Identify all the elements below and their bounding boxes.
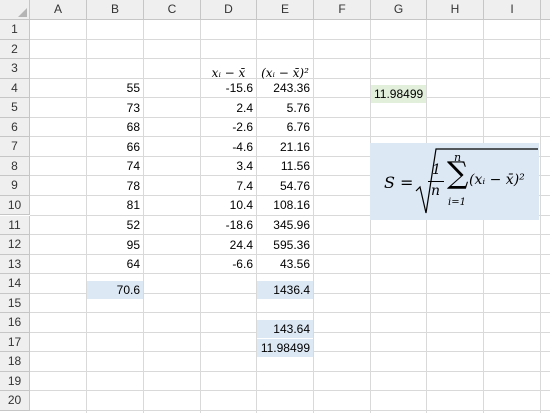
row-header-14[interactable]: 14	[0, 274, 30, 294]
grid-line	[30, 38, 550, 40]
cell-e10[interactable]: 108.16	[257, 196, 313, 214]
sum-lower-limit: i=1	[448, 197, 466, 208]
cell-d13[interactable]: -6.6	[201, 255, 256, 273]
cell-b7[interactable]: 66	[87, 138, 143, 156]
cell-d7[interactable]: -4.6	[201, 138, 256, 156]
cell-e13[interactable]: 43.56	[257, 255, 313, 273]
column-header-a[interactable]: A	[30, 0, 87, 20]
spreadsheet-grid[interactable]: A B C D E F G H I 1 2 3 4 5 6 7 8 9 10 11 12 13 14 15 1…	[0, 0, 550, 413]
column-header-d[interactable]: D	[201, 0, 257, 20]
row-header-8[interactable]: 8	[0, 156, 30, 177]
grid-line	[30, 370, 550, 372]
row-header-19[interactable]: 19	[0, 371, 30, 392]
column-header-h[interactable]: H	[427, 0, 484, 20]
row-header-6[interactable]: 6	[0, 117, 30, 138]
row-header-12[interactable]: 12	[0, 235, 30, 255]
row-header-11[interactable]: 11	[0, 215, 30, 236]
select-all-triangle-icon	[18, 8, 27, 17]
row-header-10[interactable]: 10	[0, 195, 30, 216]
row-header-13[interactable]: 13	[0, 254, 30, 275]
cell-d5[interactable]: 2.4	[201, 99, 256, 117]
cell-b4[interactable]: 55	[87, 79, 143, 97]
grid-line	[30, 390, 550, 392]
cell-e6[interactable]: 6.76	[257, 118, 313, 136]
select-all-corner[interactable]	[0, 0, 30, 20]
cell-d6[interactable]: -2.6	[201, 118, 256, 136]
grid-line	[143, 20, 144, 413]
row-header-3[interactable]: 3	[0, 59, 30, 79]
column-header-g[interactable]: G	[371, 0, 427, 20]
grid-line	[30, 312, 550, 314]
cell-d12[interactable]: 24.4	[201, 236, 256, 254]
cell-e17[interactable]: 11.98499	[257, 339, 313, 357]
formula-numerator: 1	[432, 162, 441, 178]
grid-line	[30, 273, 550, 275]
formula-lhs: S =	[384, 173, 414, 192]
row-header-9[interactable]: 9	[0, 176, 30, 196]
grid-line	[540, 20, 541, 413]
cell-g4[interactable]: 11.98499	[371, 85, 426, 103]
cell-d4[interactable]: -15.6	[201, 79, 256, 97]
grid-line	[313, 20, 314, 413]
cell-e5[interactable]: 5.76	[257, 99, 313, 117]
cell-e7[interactable]: 21.16	[257, 138, 313, 156]
formula-image[interactable]: S = 1 n n ∑ i=1 (xᵢ − x̄)²	[370, 143, 539, 220]
column-header-e[interactable]: E	[257, 0, 314, 20]
cell-d9[interactable]: 7.4	[201, 177, 256, 195]
cell-d11[interactable]: -18.6	[201, 216, 256, 234]
cell-b9[interactable]: 78	[87, 177, 143, 195]
formula-term: (xᵢ − x̄)²	[469, 172, 525, 188]
cell-e9[interactable]: 54.76	[257, 177, 313, 195]
row-header-5[interactable]: 5	[0, 98, 30, 118]
row-header-15[interactable]: 15	[0, 293, 30, 314]
row-header-7[interactable]: 7	[0, 137, 30, 157]
cell-d8[interactable]: 3.4	[201, 157, 256, 175]
cell-b8[interactable]: 74	[87, 157, 143, 175]
cell-b12[interactable]: 95	[87, 236, 143, 254]
row-header-18[interactable]: 18	[0, 352, 30, 372]
cell-e16[interactable]: 143.64	[257, 320, 313, 338]
formula-denominator: n	[431, 183, 441, 199]
grid-line	[30, 410, 550, 411]
cell-b11[interactable]: 52	[87, 216, 143, 234]
cell-b13[interactable]: 64	[87, 255, 143, 273]
row-header-16[interactable]: 16	[0, 313, 30, 333]
cell-b10[interactable]: 81	[87, 196, 143, 214]
column-header-i[interactable]: I	[484, 0, 541, 20]
column-header-partial	[541, 0, 550, 20]
grid-line	[30, 58, 550, 60]
cell-e8[interactable]: 11.56	[257, 157, 313, 175]
cell-e14[interactable]: 1436.4	[257, 281, 313, 299]
cell-e11[interactable]: 345.96	[257, 216, 313, 234]
row-header-4[interactable]: 4	[0, 78, 30, 99]
cell-b14[interactable]: 70.6	[87, 281, 143, 299]
cell-b6[interactable]: 68	[87, 118, 143, 136]
row-header-17[interactable]: 17	[0, 332, 30, 353]
sigma-icon: ∑	[447, 156, 469, 191]
column-header-f[interactable]: F	[314, 0, 371, 20]
column-header-b[interactable]: B	[87, 0, 144, 20]
cell-d10[interactable]: 10.4	[201, 196, 256, 214]
cell-e12[interactable]: 595.36	[257, 236, 313, 254]
cell-b5[interactable]: 73	[87, 99, 143, 117]
row-header-2[interactable]: 2	[0, 39, 30, 60]
row-header-20[interactable]: 20	[0, 391, 30, 411]
fraction-bar	[428, 181, 444, 182]
row-header-1[interactable]: 1	[0, 20, 30, 40]
cell-e4[interactable]: 243.36	[257, 79, 313, 97]
column-header-c[interactable]: C	[144, 0, 201, 20]
